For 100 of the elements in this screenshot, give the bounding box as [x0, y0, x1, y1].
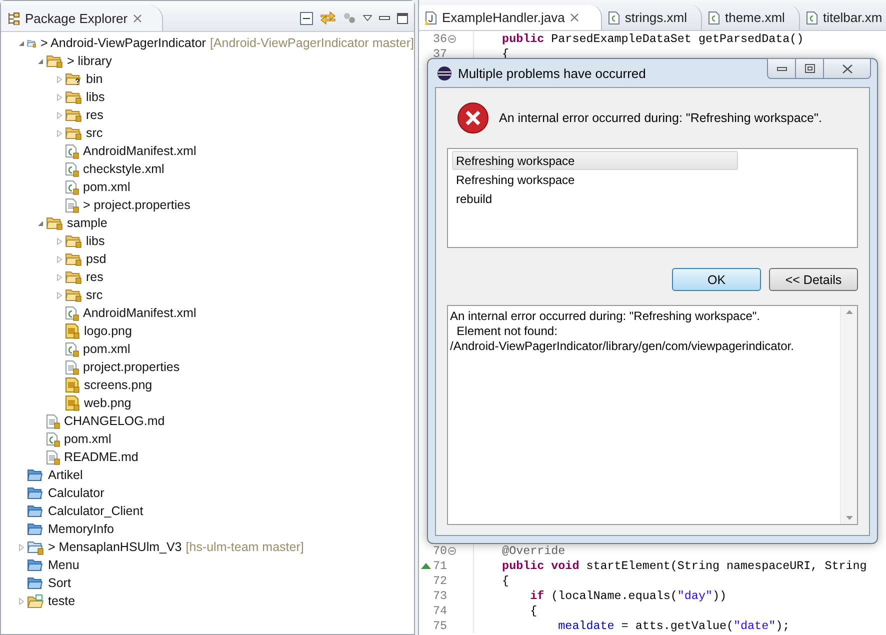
folder-icon — [65, 234, 82, 248]
folder-icon — [65, 252, 82, 266]
image-file-icon — [65, 395, 80, 411]
expanded-arrow-icon[interactable] — [18, 40, 24, 46]
line-number: 75 — [433, 618, 448, 632]
view-menu-icon[interactable] — [363, 15, 372, 21]
xml-file-icon — [806, 10, 818, 24]
minimize-button[interactable] — [767, 58, 796, 79]
tree-item-label[interactable]: Artikel — [48, 468, 83, 482]
editor-tab[interactable]: titelbar.xm — [800, 5, 886, 30]
tree-item-label[interactable]: sample — [67, 216, 108, 230]
xml-file-icon — [65, 342, 79, 356]
editor-tab[interactable]: ExampleHandler.java — [419, 5, 602, 30]
tree-item-label[interactable]: > MensaplanHSUlm_V3 — [48, 540, 182, 554]
problem-item[interactable]: Refreshing workspace — [452, 170, 738, 189]
tree-item-label[interactable]: > project.properties — [83, 198, 190, 212]
expanded-arrow-icon[interactable] — [36, 220, 44, 226]
tree-item-label[interactable]: MemoryInfo — [48, 522, 114, 536]
line-number: 37 — [433, 46, 448, 60]
line-number: 73 — [433, 588, 448, 602]
xml-file-icon — [65, 162, 79, 176]
close-icon[interactable] — [132, 14, 142, 22]
tree-item-label[interactable]: libs — [86, 234, 105, 248]
editor-tab[interactable]: theme.xml — [702, 5, 800, 30]
problem-item[interactable]: Refreshing workspace — [452, 151, 738, 170]
close-icon[interactable] — [570, 13, 579, 22]
text-file-icon — [65, 198, 79, 212]
xml-file-icon — [65, 180, 79, 194]
maximize-button[interactable] — [795, 58, 824, 79]
tree-item-label[interactable]: checkstyle.xml — [83, 162, 164, 176]
tree-item-label[interactable]: logo.png — [84, 324, 132, 338]
dialog-button[interactable]: OK — [672, 268, 761, 291]
code-line: if (localName.equals("day")) — [473, 588, 727, 603]
project-folder-icon — [27, 522, 44, 536]
tree-item-label[interactable]: Calculator — [48, 486, 104, 500]
tree-item-label[interactable]: Sort — [48, 576, 71, 590]
image-file-icon — [65, 323, 80, 339]
tree-item-label[interactable]: res — [86, 108, 104, 122]
fold-toggle-icon[interactable] — [448, 546, 456, 554]
eclipse-logo-icon — [437, 66, 452, 80]
problem-item[interactable]: rebuild — [452, 189, 738, 208]
image-file-icon — [65, 377, 80, 393]
collapse-all-icon[interactable] — [300, 12, 313, 24]
close-icon — [842, 64, 852, 74]
tree-item-label[interactable]: Menu — [48, 558, 80, 572]
tree-item-label[interactable]: pom.xml — [83, 180, 130, 194]
scroll-up-icon[interactable] — [846, 310, 852, 314]
tree-item-label[interactable]: > library — [67, 54, 112, 68]
dialog-button[interactable]: << Details — [769, 268, 858, 291]
xml-file-icon — [608, 10, 620, 24]
close-button[interactable] — [823, 58, 871, 79]
fold-toggle-icon[interactable] — [448, 34, 456, 42]
code-line: mealdate = atts.getValue("date"); — [473, 618, 790, 633]
text-file-icon — [46, 450, 60, 464]
xml-file-icon — [65, 144, 79, 158]
project-folder-icon — [27, 468, 44, 482]
link-arrows-icon[interactable] — [320, 11, 336, 25]
scrollbar[interactable] — [840, 306, 857, 524]
filter-icon[interactable] — [343, 12, 356, 24]
git-branch-label: [Android-ViewPagerIndicator master] — [210, 36, 414, 50]
error-message: An internal error occurred during: "Refreshing workspace". — [499, 111, 822, 125]
tree-item-label[interactable]: AndroidManifest.xml — [83, 306, 196, 320]
tree-item-label[interactable]: res — [86, 270, 104, 284]
folder-icon — [65, 90, 82, 104]
tree-item-label[interactable]: README.md — [64, 450, 138, 464]
line-number: 71 — [433, 558, 448, 572]
tree-item-label[interactable]: web.png — [84, 396, 132, 410]
code-line: public ParsedExampleDataSet getParsedData() — [473, 31, 804, 46]
project-folder-icon — [27, 486, 44, 500]
folder-icon — [46, 54, 63, 68]
tree-item-label[interactable]: src — [86, 126, 103, 140]
tree-item-label[interactable]: Calculator_Client — [48, 504, 144, 518]
minimize-icon[interactable] — [379, 16, 390, 20]
tree-item-label[interactable]: > Android-ViewPagerIndicator — [40, 36, 206, 50]
tree-item-label[interactable]: teste — [48, 594, 76, 608]
tree-item-label[interactable]: project.properties — [83, 360, 180, 374]
expanded-arrow-icon[interactable] — [36, 58, 44, 64]
folder-icon — [46, 216, 63, 230]
folder-question-icon — [65, 72, 82, 86]
project-folder-icon — [27, 540, 44, 554]
scroll-down-icon[interactable] — [846, 516, 852, 520]
dialog-title: Multiple problems have occurred — [458, 66, 646, 80]
tree-item-label[interactable]: bin — [86, 72, 103, 86]
project-folder-icon — [27, 576, 44, 590]
tree-item-label[interactable]: pom.xml — [64, 432, 112, 446]
tree-item-label[interactable]: src — [86, 288, 103, 302]
package-explorer-tab[interactable]: Package Explorer — [1, 5, 163, 31]
tree-item-label[interactable]: screens.png — [84, 378, 152, 392]
minimize-icon — [776, 66, 786, 70]
editor-tab[interactable]: strings.xml — [602, 5, 702, 30]
xml-file-icon — [65, 306, 79, 320]
tree-item-label[interactable]: psd — [86, 252, 106, 266]
details-text-area[interactable]: An internal error occurred during: "Refreshing workspace". Element not found: /Android-ViewPagerIndicator/library/gen/com/viewpagerindicator. — [447, 305, 858, 525]
project-folder-icon — [27, 558, 44, 572]
line-number: 72 — [433, 574, 448, 588]
maximize-icon[interactable] — [397, 12, 408, 24]
tree-item-label[interactable]: CHANGELOG.md — [64, 414, 165, 428]
tree-item-label[interactable]: pom.xml — [83, 342, 130, 356]
tree-item-label[interactable]: libs — [86, 90, 105, 104]
tree-item-label[interactable]: AndroidManifest.xml — [83, 144, 196, 158]
